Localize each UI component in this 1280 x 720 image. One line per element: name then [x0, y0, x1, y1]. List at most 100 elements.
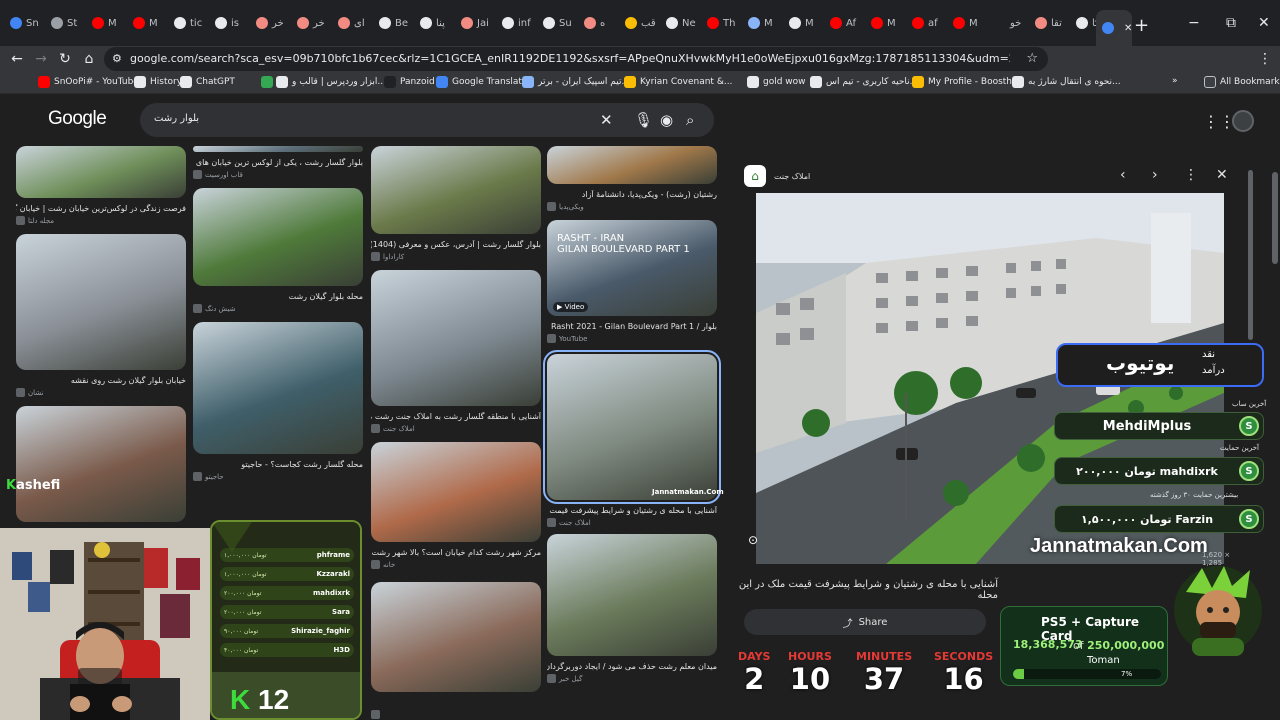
- bookmark-item[interactable]: Kyrian Covenant &...: [624, 76, 732, 88]
- image-result[interactable]: آشنایی با محله ی رشتیان و شرایط پیشرفت ق…: [543, 350, 721, 530]
- bookmark-item[interactable]: [261, 76, 277, 88]
- bookmark-item[interactable]: ChatGPT: [180, 76, 235, 88]
- result-caption[interactable]: رشتیان (رشت) - ویکی‌پدیا، دانشنامهٔ آزاد: [547, 190, 717, 199]
- bookmark-item[interactable]: Google Translate: [436, 76, 527, 88]
- preview-title[interactable]: آشنایی با محله ی رشتیان و شرایط پیشرفت ق…: [734, 579, 998, 601]
- lens-search-icon[interactable]: ⊙: [748, 533, 766, 551]
- search-input[interactable]: بلوار رشت: [154, 113, 199, 124]
- preview-source[interactable]: ⌂ املاک جنت: [744, 165, 810, 187]
- restore-icon[interactable]: ⧉: [1226, 15, 1236, 31]
- browser-tab[interactable]: پنا: [414, 8, 456, 38]
- browser-tab[interactable]: is: [209, 8, 251, 38]
- browser-tab[interactable]: ه: [578, 8, 620, 38]
- result-caption[interactable]: فرصت زندگی در لوکس‌ترین خیابان رشت | خیا…: [16, 204, 186, 213]
- result-caption[interactable]: بلوار گلسار رشت ، یکی از لوکس ترین خیابا…: [193, 158, 363, 167]
- bookmark-item[interactable]: تیم اسپیک ایران - برتر...: [522, 76, 630, 88]
- all-bookmarks[interactable]: All Bookmarks: [1204, 76, 1280, 88]
- window-close-icon[interactable]: ✕: [1258, 15, 1270, 31]
- google-logo[interactable]: Google: [48, 108, 107, 130]
- tab-close-icon[interactable]: ✕: [1124, 23, 1132, 34]
- close-icon[interactable]: ✕: [1216, 167, 1228, 183]
- result-caption[interactable]: محله گلسار رشت کجاست؟ - حاجیتو: [193, 460, 363, 469]
- result-caption[interactable]: آشنایی با منطقه گلسار رشت به املاک جنت ر…: [371, 412, 541, 421]
- browser-tab[interactable]: Be: [373, 8, 415, 38]
- result-thumbnail[interactable]: [547, 146, 717, 184]
- result-source-row[interactable]: YouTube: [547, 334, 717, 343]
- next-icon[interactable]: ›: [1152, 167, 1158, 183]
- browser-tab[interactable]: M: [86, 8, 128, 38]
- browser-tab[interactable]: ای: [332, 8, 374, 38]
- result-caption[interactable]: میدان معلم رشت حذف می شود / ایجاد دوربرگ…: [547, 662, 717, 671]
- result-caption[interactable]: محله بلوار گیلان رشت: [193, 292, 363, 301]
- bookmark-item[interactable]: SnOoPi# - YouTube: [38, 76, 139, 88]
- browser-tab-active[interactable]: ✕: [1096, 10, 1132, 46]
- panel-scrollbar[interactable]: [1248, 170, 1253, 340]
- bookmark-star-icon[interactable]: ☆: [1026, 51, 1038, 66]
- result-caption[interactable]: بلوار / Rasht 2021 - Gilan Boulevard Par…: [547, 322, 717, 331]
- account-avatar[interactable]: [1232, 110, 1254, 132]
- share-button[interactable]: ⤴ Share: [744, 609, 986, 635]
- forward-icon[interactable]: →: [32, 50, 50, 68]
- browser-tab[interactable]: Af: [824, 8, 866, 38]
- browser-tab[interactable]: خر: [250, 8, 292, 38]
- image-result[interactable]: میدان معلم رشت حذف می شود / ایجاد دوربرگ…: [547, 534, 717, 686]
- page-scrollbar[interactable]: [1272, 172, 1278, 264]
- bookmark-item[interactable]: ناحیه کاربری - تیم اس...: [810, 76, 918, 88]
- minimize-icon[interactable]: −: [1188, 15, 1200, 31]
- bookmark-item[interactable]: نحوه ی انتقال شارژ به...: [1012, 76, 1121, 88]
- result-source-row[interactable]: حاجیتو: [193, 472, 363, 481]
- image-result[interactable]: رشتیان (رشت) - ویکی‌پدیا، دانشنامهٔ آزاد…: [547, 146, 717, 214]
- reload-icon[interactable]: ↻: [56, 50, 74, 68]
- result-thumbnail[interactable]: [16, 406, 186, 522]
- microphone-icon[interactable]: 🎙: [634, 111, 653, 129]
- result-source-row[interactable]: قاب اورسیت: [193, 170, 363, 179]
- image-result[interactable]: خیابان بلوار گیلان رشت روی نقشه نشان: [16, 234, 186, 400]
- search-icon[interactable]: ⌕: [686, 111, 694, 129]
- new-tab-button[interactable]: +: [1134, 17, 1149, 35]
- home-icon[interactable]: ⌂: [80, 50, 98, 68]
- site-info-icon[interactable]: ⚙: [112, 52, 122, 65]
- browser-tab[interactable]: M: [947, 8, 989, 38]
- result-source-row[interactable]: املاک جنت: [547, 518, 717, 527]
- image-result[interactable]: [371, 582, 541, 720]
- result-thumbnail[interactable]: [16, 146, 186, 198]
- browser-tab[interactable]: خو: [988, 8, 1030, 38]
- browser-tab[interactable]: tic: [168, 8, 210, 38]
- result-thumbnail[interactable]: [193, 322, 363, 454]
- image-result[interactable]: فرصت زندگی در لوکس‌ترین خیابان رشت | خیا…: [16, 146, 186, 228]
- search-box[interactable]: بلوار رشت ✕ 🎙 ◉ ⌕: [140, 103, 714, 137]
- result-source-row[interactable]: گیل خبر: [547, 674, 717, 683]
- result-caption[interactable]: خیابان بلوار گیلان رشت روی نقشه: [16, 376, 186, 385]
- result-source-row[interactable]: کاراداوا: [371, 252, 541, 261]
- browser-tab[interactable]: تقا: [1029, 8, 1071, 38]
- browser-tab[interactable]: قب: [619, 8, 661, 38]
- image-result[interactable]: آشنایی با منطقه گلسار رشت به املاک جنت ر…: [371, 270, 541, 436]
- clear-icon[interactable]: ✕: [600, 111, 613, 129]
- result-source-row[interactable]: املاک جنت: [371, 424, 541, 433]
- result-thumbnail[interactable]: [371, 582, 541, 692]
- browser-tab[interactable]: Su: [537, 8, 579, 38]
- result-caption[interactable]: بلوار گلسار رشت | آدرس، عکس و معرفی (140…: [371, 240, 541, 249]
- result-source-row[interactable]: مجله دلتا: [16, 216, 186, 225]
- bookmark-item[interactable]: History: [134, 76, 182, 88]
- result-thumbnail[interactable]: [193, 146, 363, 152]
- result-source-row[interactable]: ویکی‌پدیا: [547, 202, 717, 211]
- result-thumbnail[interactable]: [547, 534, 717, 656]
- browser-tab[interactable]: خر: [291, 8, 333, 38]
- bookmark-item[interactable]: Panzoid: [384, 76, 435, 88]
- result-thumbnail[interactable]: [193, 188, 363, 286]
- bookmark-item[interactable]: ابزار وردپرس | قالب و...: [276, 76, 386, 88]
- image-result[interactable]: بلوار گلسار رشت | آدرس، عکس و معرفی (140…: [371, 146, 541, 264]
- bookmark-item[interactable]: My Profile - Boosthi...: [912, 76, 1023, 88]
- browser-tab[interactable]: M: [127, 8, 169, 38]
- prev-icon[interactable]: ‹: [1120, 167, 1126, 183]
- back-icon[interactable]: ←: [8, 50, 26, 68]
- menu-kebab-icon[interactable]: ⋮: [1256, 50, 1274, 68]
- bookmark-item[interactable]: gold wow: [747, 76, 806, 88]
- address-bar[interactable]: ⚙ google.com/search?sca_esv=09b710bfc1b6…: [104, 47, 1048, 71]
- image-result[interactable]: محله گلسار رشت کجاست؟ - حاجیتو حاجیتو: [193, 322, 363, 484]
- result-thumbnail[interactable]: [371, 442, 541, 542]
- browser-tab[interactable]: Sn: [4, 8, 46, 38]
- result-source-row[interactable]: نشان: [16, 388, 186, 397]
- apps-grid-icon[interactable]: ⋮⋮: [1203, 112, 1235, 131]
